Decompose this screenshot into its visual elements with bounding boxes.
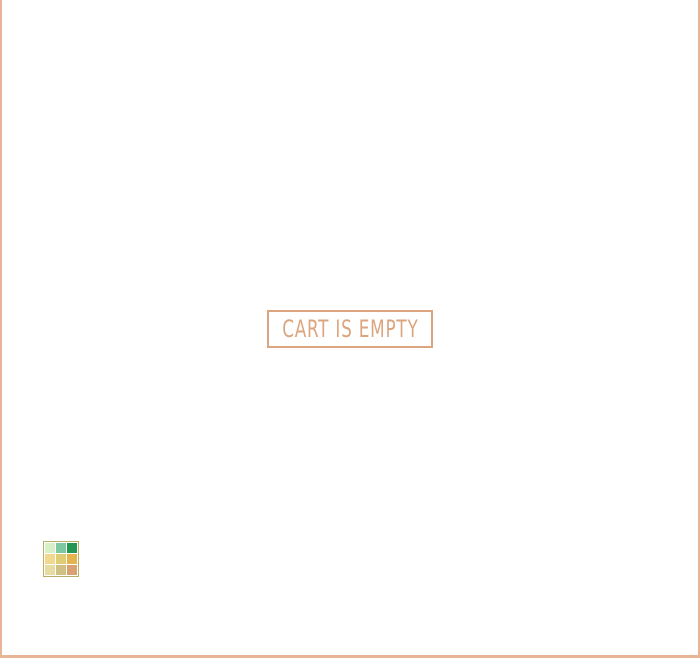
- palette-swatch-9: [67, 565, 77, 575]
- palette-swatch-1: [45, 543, 55, 553]
- palette-grid-icon[interactable]: [43, 541, 79, 577]
- palette-swatch-7: [45, 565, 55, 575]
- empty-cart-message-box: CART IS EMPTY: [267, 310, 433, 348]
- palette-swatch-5: [56, 554, 66, 564]
- palette-swatch-3: [67, 543, 77, 553]
- palette-swatch-8: [56, 565, 66, 575]
- palette-swatch-2: [56, 543, 66, 553]
- palette-swatch-6: [67, 554, 77, 564]
- empty-cart-message: CART IS EMPTY: [281, 315, 419, 343]
- palette-swatch-4: [45, 554, 55, 564]
